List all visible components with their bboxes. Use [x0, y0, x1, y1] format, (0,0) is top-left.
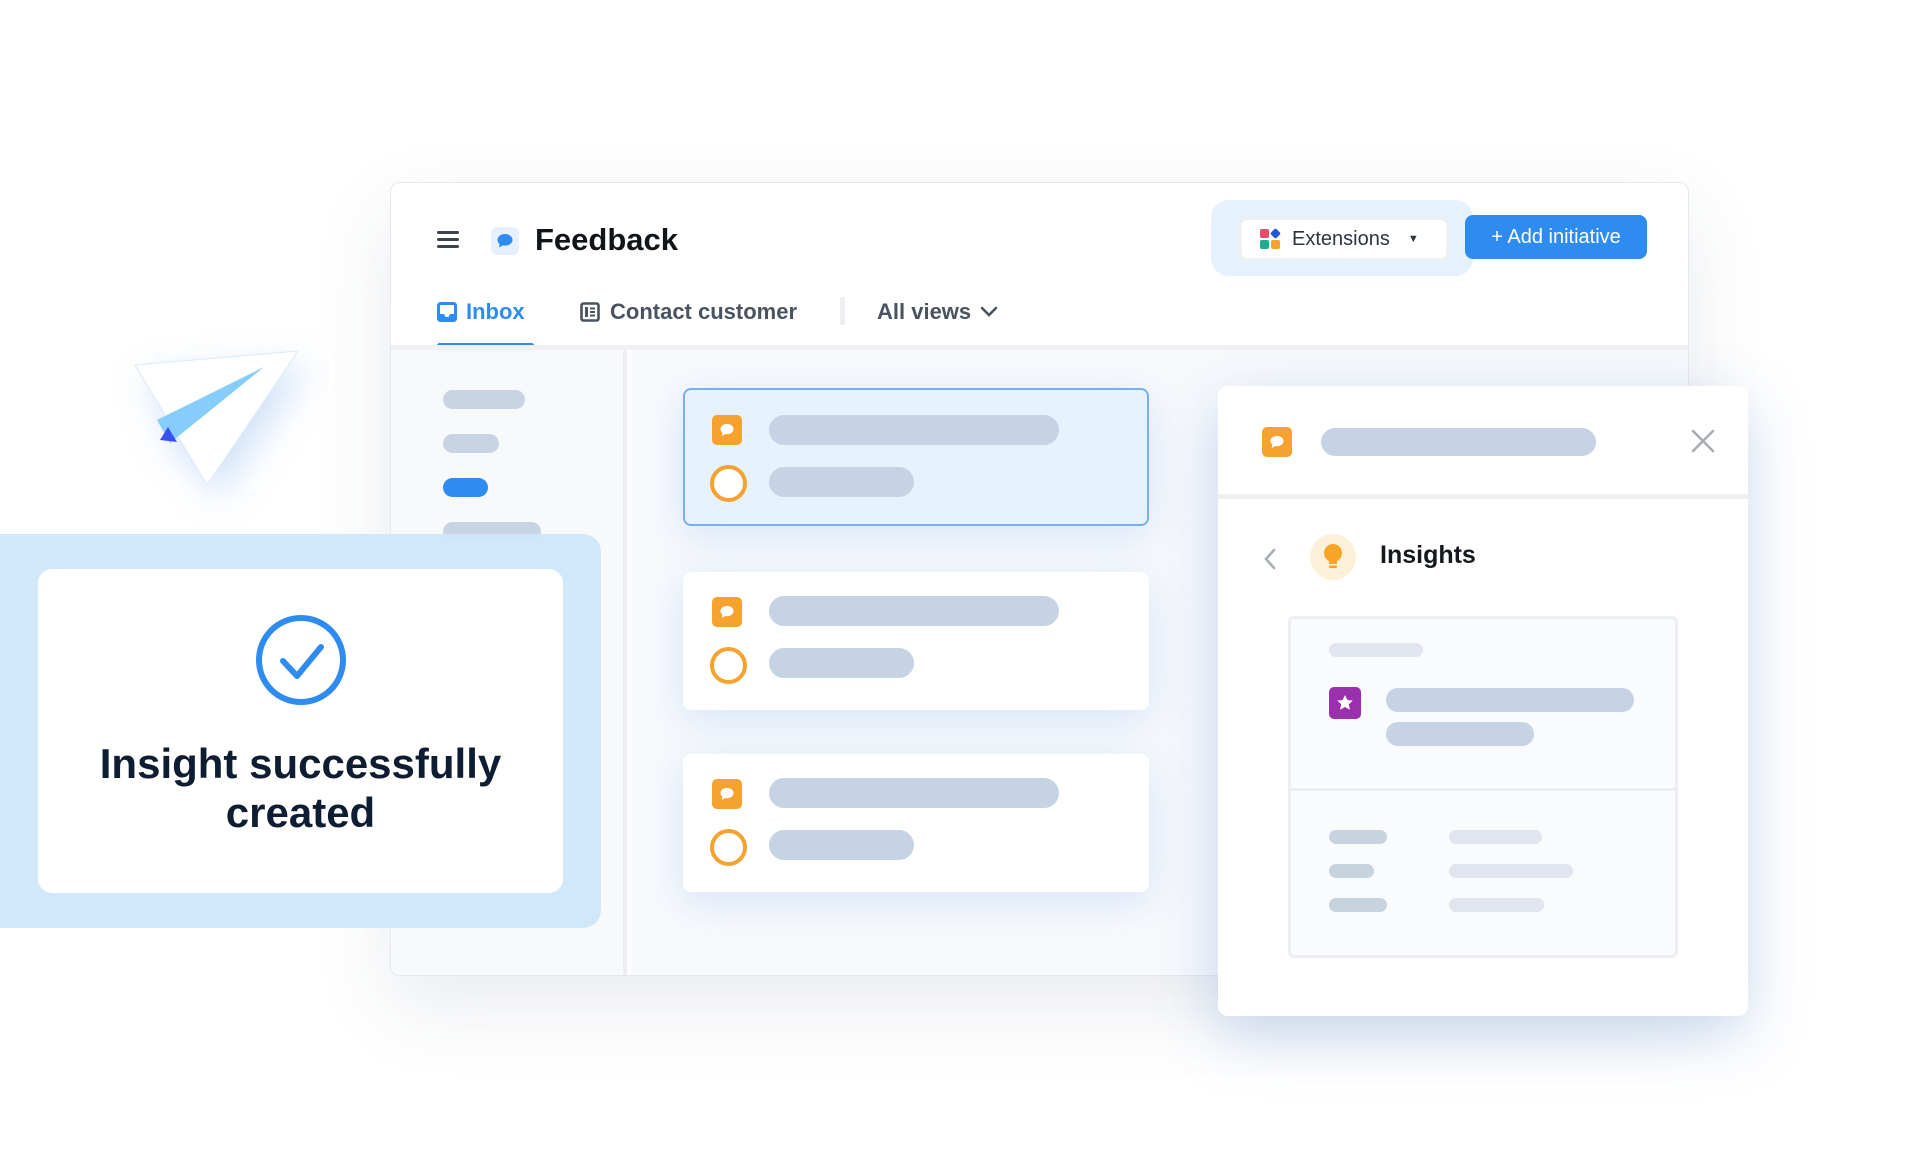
- feedback-card[interactable]: [683, 388, 1149, 526]
- skeleton-line: [1386, 722, 1534, 746]
- skeleton-label: [1329, 898, 1387, 912]
- feedback-chat-icon: [712, 597, 742, 627]
- insight-card[interactable]: [1288, 616, 1678, 958]
- feedback-app-icon: [491, 227, 519, 255]
- extensions-button[interactable]: Extensions ▼: [1239, 217, 1449, 261]
- tab-inbox[interactable]: Inbox: [437, 299, 525, 325]
- feedback-chat-icon: [1262, 427, 1292, 457]
- status-circle[interactable]: [710, 465, 747, 502]
- lightbulb-icon: [1310, 534, 1356, 580]
- add-initiative-button[interactable]: + Add initiative: [1465, 215, 1647, 259]
- skeleton-value: [1449, 864, 1573, 878]
- star-icon: [1329, 687, 1361, 719]
- skeleton-line: [1321, 428, 1596, 456]
- skeleton-line: [769, 596, 1059, 626]
- skeleton-line: [769, 467, 914, 497]
- skeleton-line: [769, 648, 914, 678]
- close-icon[interactable]: [1688, 426, 1718, 456]
- feedback-chat-icon: [712, 415, 742, 445]
- chevron-left-icon[interactable]: [1262, 546, 1278, 572]
- skeleton-line: [769, 830, 914, 860]
- insights-title: Insights: [1380, 541, 1476, 569]
- status-circle[interactable]: [710, 647, 747, 684]
- feedback-detail-panel: Insights: [1218, 386, 1748, 1016]
- skeleton-line: [769, 415, 1059, 445]
- tab-label: Inbox: [466, 299, 525, 324]
- feedback-card[interactable]: [683, 572, 1149, 710]
- skeleton-value: [1449, 830, 1542, 844]
- skeleton-line: [769, 778, 1059, 808]
- stage: Feedback Extensions ▼ + Add initiative I…: [0, 0, 1920, 1170]
- toast-message: Insight successfully created: [99, 740, 502, 836]
- sidebar-item-active[interactable]: [443, 478, 488, 497]
- success-toast: Insight successfully created: [38, 569, 563, 893]
- all-views-dropdown[interactable]: All views: [877, 299, 998, 325]
- page-title: Feedback: [535, 222, 679, 257]
- skeleton-line: [1329, 643, 1423, 657]
- insight-divider: [1291, 788, 1675, 791]
- tab-label: Contact customer: [610, 299, 798, 324]
- skeleton-value: [1449, 898, 1544, 912]
- paper-plane-icon: [134, 350, 300, 486]
- skeleton-label: [1329, 864, 1374, 878]
- tab-contact-customer[interactable]: Contact customer: [580, 299, 797, 325]
- caret-down-icon: ▼: [1407, 233, 1419, 245]
- feedback-chat-icon: [712, 779, 742, 809]
- chevron-down-icon: [980, 306, 998, 317]
- extensions-icon: [1260, 228, 1281, 249]
- status-circle[interactable]: [710, 829, 747, 866]
- menu-icon[interactable]: [437, 231, 459, 249]
- tab-separator: [840, 297, 845, 325]
- layout-icon: [580, 302, 600, 322]
- sidebar-item[interactable]: [443, 390, 525, 409]
- inbox-icon: [437, 302, 457, 322]
- check-circle-icon: [255, 615, 346, 705]
- panel-divider: [1218, 494, 1748, 499]
- skeleton-line: [1386, 688, 1634, 712]
- sidebar-item[interactable]: [443, 434, 499, 453]
- skeleton-label: [1329, 830, 1387, 844]
- extensions-label: Extensions: [1292, 227, 1390, 250]
- all-views-label: All views: [877, 299, 972, 324]
- feedback-card[interactable]: [683, 754, 1149, 892]
